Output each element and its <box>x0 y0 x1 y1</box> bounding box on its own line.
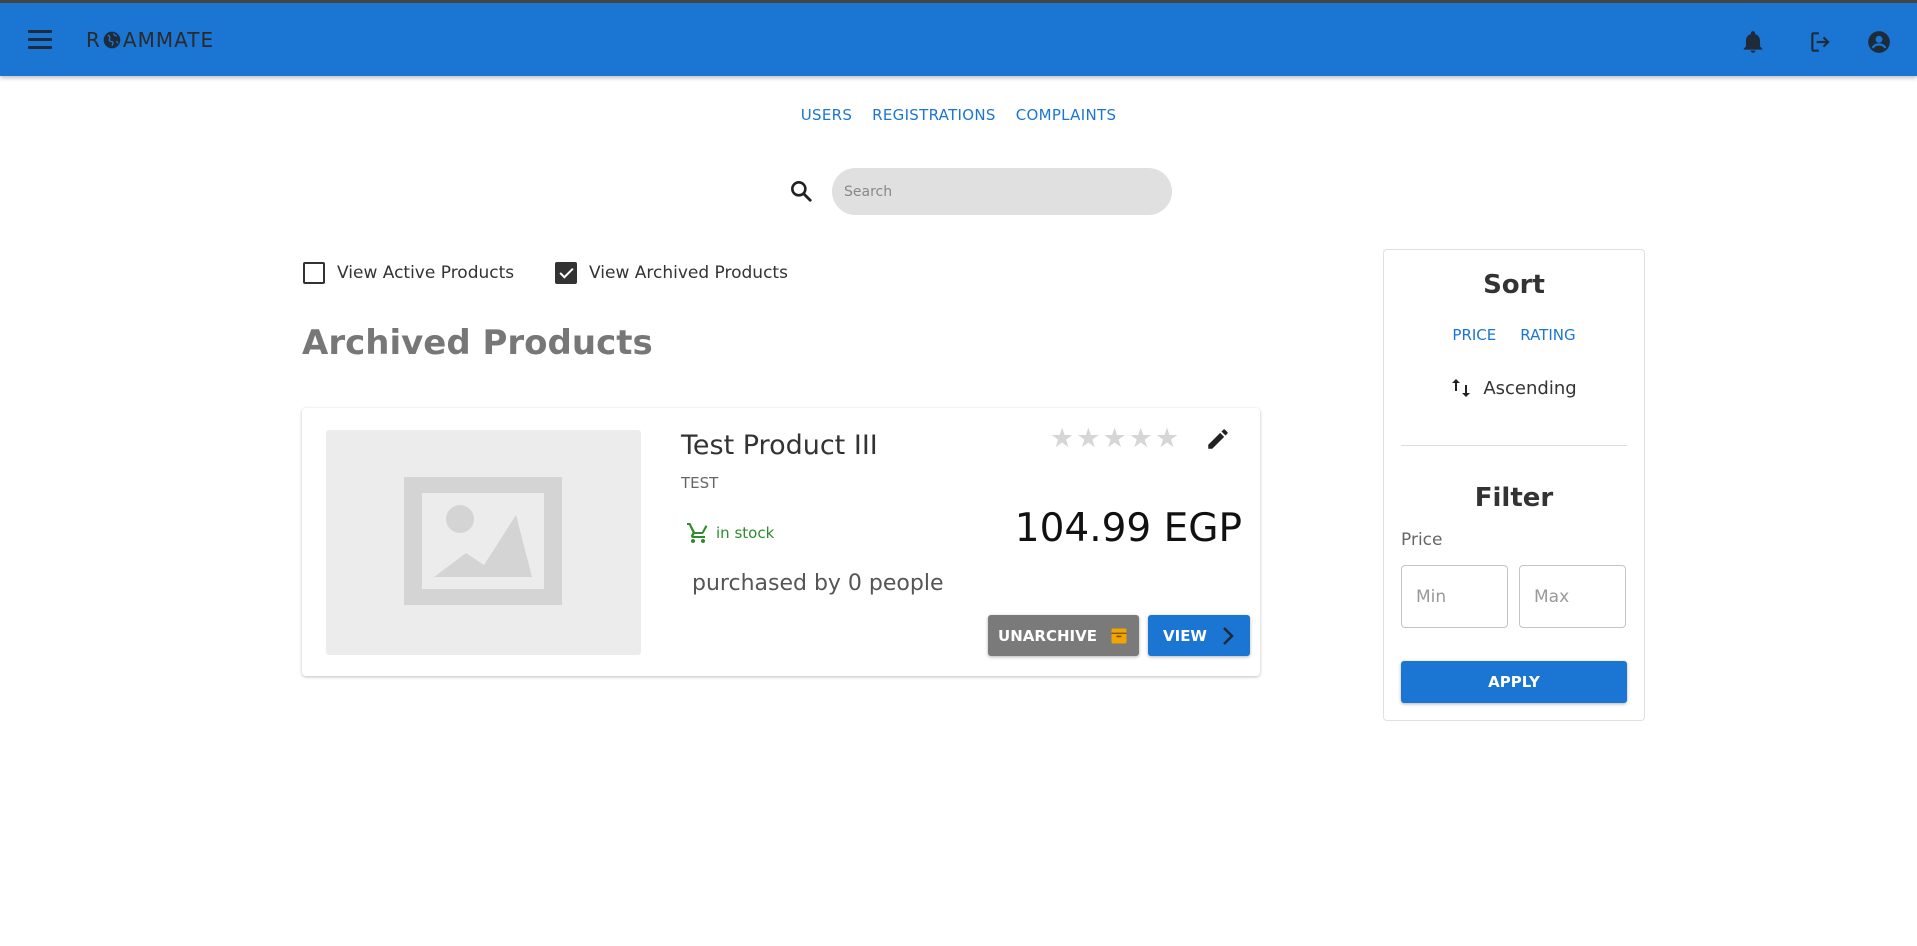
star-icon[interactable]: ★ <box>1155 425 1179 452</box>
swap-vertical-icon <box>1452 379 1471 397</box>
product-image-placeholder[interactable] <box>326 430 641 655</box>
globe-icon <box>103 31 121 49</box>
edit-icon[interactable] <box>1205 426 1231 452</box>
bell-icon[interactable] <box>1740 29 1766 55</box>
logo-text-left: R <box>86 28 101 52</box>
min-price-input[interactable] <box>1401 565 1508 628</box>
unarchive-button[interactable]: UNARCHIVE <box>988 615 1139 656</box>
sort-filter-panel: Sort PRICE RATING Ascending Filter Price… <box>1383 249 1645 721</box>
cart-icon <box>687 523 708 543</box>
sort-order-label: Ascending <box>1483 377 1577 399</box>
product-category: TEST <box>681 474 719 492</box>
sort-by-rating[interactable]: RATING <box>1520 326 1575 344</box>
divider <box>1401 445 1627 446</box>
star-icon[interactable]: ★ <box>1102 425 1126 452</box>
app-logo[interactable]: R AMMATE <box>86 28 214 52</box>
account-icon[interactable] <box>1866 29 1892 55</box>
star-icon[interactable]: ★ <box>1050 425 1074 452</box>
product-card: Test Product III TEST in stock purchased… <box>302 408 1260 676</box>
section-title: Archived Products <box>302 323 653 363</box>
view-archived-label: View Archived Products <box>589 263 788 283</box>
stock-label: in stock <box>716 524 775 542</box>
logo-text-right: AMMATE <box>122 28 215 52</box>
star-icon[interactable]: ★ <box>1076 425 1100 452</box>
filter-title: Filter <box>1474 483 1554 513</box>
checkbox-checked[interactable] <box>555 262 577 284</box>
nav-complaints[interactable]: COMPLAINTS <box>1016 106 1117 124</box>
view-active-checkbox[interactable]: View Active Products <box>303 262 514 284</box>
search-input[interactable] <box>832 168 1172 215</box>
star-icon[interactable]: ★ <box>1129 425 1153 452</box>
rating-stars[interactable]: ★ ★ ★ ★ ★ <box>1050 425 1179 452</box>
view-archived-checkbox[interactable]: View Archived Products <box>555 262 788 284</box>
sort-order-toggle[interactable]: Ascending <box>1384 377 1644 399</box>
admin-nav: USERS REGISTRATIONS COMPLAINTS <box>0 106 1917 124</box>
checkbox-unchecked[interactable] <box>303 262 325 284</box>
view-active-label: View Active Products <box>337 263 515 283</box>
sort-title: Sort <box>1483 270 1545 300</box>
purchase-count: purchased by 0 people <box>692 571 944 596</box>
menu-icon[interactable] <box>28 30 52 50</box>
price-filter-label: Price <box>1401 530 1443 550</box>
logout-icon[interactable] <box>1808 29 1834 55</box>
stock-status: in stock <box>686 521 774 545</box>
view-button[interactable]: VIEW <box>1148 615 1250 656</box>
archive-box-icon <box>1111 628 1127 643</box>
unarchive-label: UNARCHIVE <box>998 626 1097 645</box>
product-name[interactable]: Test Product III <box>681 430 878 461</box>
app-bar: R AMMATE <box>0 0 1917 76</box>
sort-by-price[interactable]: PRICE <box>1452 326 1496 344</box>
search-icon[interactable] <box>788 178 814 204</box>
max-price-input[interactable] <box>1519 565 1626 628</box>
view-label: VIEW <box>1163 626 1207 645</box>
nav-registrations[interactable]: REGISTRATIONS <box>872 106 996 124</box>
image-placeholder-icon <box>404 477 562 605</box>
product-price: 104.99 EGP <box>1014 506 1242 551</box>
sort-options: PRICE RATING <box>1384 326 1644 344</box>
apply-button[interactable]: APPLY <box>1401 661 1627 703</box>
chevron-right-icon <box>1223 626 1234 645</box>
nav-users[interactable]: USERS <box>801 106 852 124</box>
